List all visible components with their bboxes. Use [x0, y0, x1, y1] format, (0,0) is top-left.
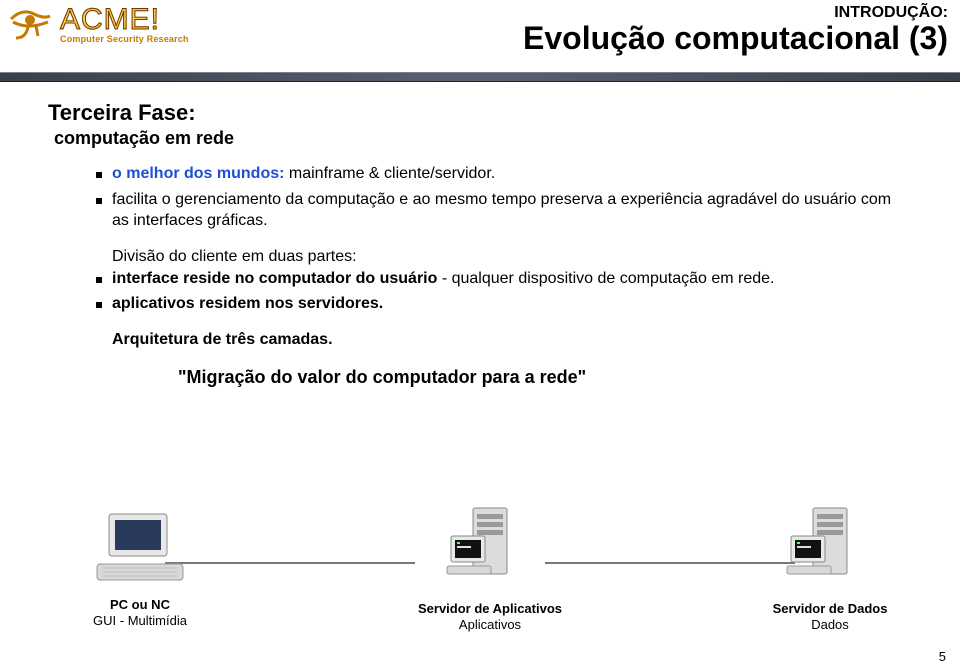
quote-line: "Migração do valor do computador para a … [178, 367, 912, 388]
client-label-2: GUI - Multimídia [50, 613, 230, 629]
division-item-2: aplicativos residem nos servidores. [96, 293, 912, 315]
header-divider [0, 72, 960, 82]
slide-header: ACME! Computer Security Research INTRODU… [0, 0, 960, 72]
client-node: PC ou NC GUI - Multimídia [50, 510, 230, 628]
dataserver-node: Servidor de Dados Dados [740, 506, 920, 632]
division-heading: Divisão do cliente em duas partes: [96, 248, 912, 266]
page-number: 5 [939, 649, 946, 664]
phase-title: Terceira Fase: [48, 100, 912, 126]
division-item-1-bold: interface reside no computador do usuári… [112, 270, 437, 287]
main-bullets: o melhor dos mundos: mainframe & cliente… [96, 163, 912, 232]
server-icon [445, 579, 535, 596]
bullet-1-rest: mainframe & cliente/servidor. [284, 165, 495, 182]
eye-of-horus-icon [8, 4, 54, 44]
bullet-1-lead: o melhor dos mundos: [112, 165, 284, 182]
logo-main: ACME! [60, 5, 189, 35]
dataserver-label-1: Servidor de Dados [740, 601, 920, 617]
computer-icon [95, 575, 185, 592]
logo-sub: Computer Security Research [60, 35, 189, 44]
server-icon [785, 579, 875, 596]
division-item-1: interface reside no computador do usuári… [96, 268, 912, 290]
bullet-1: o melhor dos mundos: mainframe & cliente… [96, 163, 912, 185]
appserver-label-1: Servidor de Aplicativos [400, 601, 580, 617]
architecture-diagram: PC ou NC GUI - Multimídia Servidor de Ap… [0, 500, 960, 650]
division-item-1-rest: - qualquer dispositivo de computação em … [437, 270, 774, 287]
slide-title: Evolução computacional (3) [523, 22, 948, 56]
bullet-2: facilita o gerenciamento da computação e… [96, 189, 912, 232]
appserver-label-2: Aplicativos [400, 617, 580, 633]
logo: ACME! Computer Security Research [8, 4, 189, 44]
slide-content: Terceira Fase: computação em rede o melh… [0, 82, 960, 388]
division-block: Divisão do cliente em duas partes: inter… [96, 248, 912, 315]
appserver-node: Servidor de Aplicativos Aplicativos [400, 506, 580, 632]
phase-subtitle: computação em rede [54, 128, 912, 149]
client-label-1: PC ou NC [50, 597, 230, 613]
title-block: INTRODUÇÃO: Evolução computacional (3) [523, 4, 948, 56]
dataserver-label-2: Dados [740, 617, 920, 633]
architecture-line: Arquitetura de três camadas. [112, 331, 912, 349]
